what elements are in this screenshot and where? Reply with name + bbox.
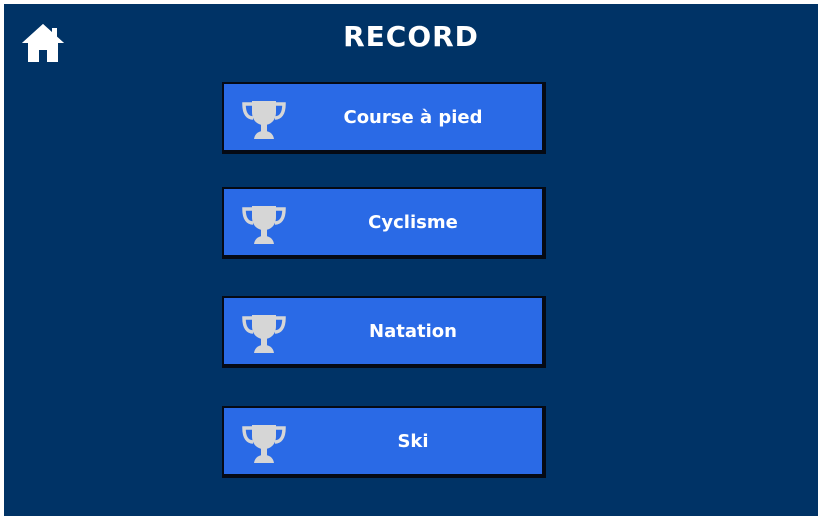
record-screen: RECORD Course à pied Cyclisme Natation S… <box>4 4 818 516</box>
trophy-icon <box>242 206 286 244</box>
record-label: Ski <box>397 430 429 452</box>
record-label: Course à pied <box>343 106 483 128</box>
record-button-cyclisme[interactable]: Cyclisme <box>222 187 546 259</box>
record-label: Cyclisme <box>368 211 458 233</box>
page-title: RECORD <box>343 20 479 53</box>
record-label: Natation <box>369 320 457 342</box>
trophy-icon <box>242 101 286 139</box>
record-button-course-a-pied[interactable]: Course à pied <box>222 82 546 154</box>
trophy-icon <box>242 425 286 463</box>
trophy-icon <box>242 315 286 353</box>
record-button-ski[interactable]: Ski <box>222 406 546 478</box>
record-button-natation[interactable]: Natation <box>222 296 546 368</box>
